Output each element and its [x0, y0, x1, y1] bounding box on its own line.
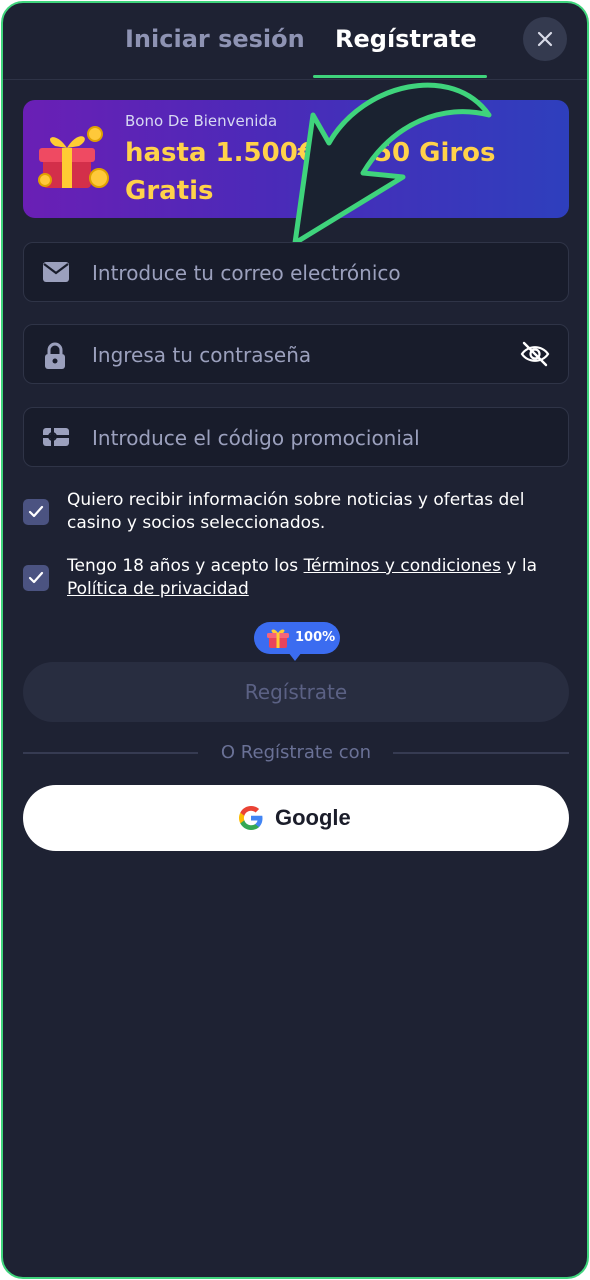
divider-line-right [393, 752, 569, 754]
age-consent-text: Tengo 18 años y acepto los Términos y co… [67, 555, 567, 601]
tab-login[interactable]: Iniciar sesión [125, 25, 305, 53]
auth-tabs: Iniciar sesión Regístrate [3, 3, 587, 80]
password-input[interactable] [90, 325, 494, 385]
age-consent-prefix: Tengo 18 años y acepto los [67, 556, 304, 576]
close-icon [537, 31, 553, 47]
eye-off-icon[interactable] [520, 340, 550, 368]
register-submit-button[interactable]: Regístrate [23, 662, 569, 722]
lock-icon [45, 342, 65, 369]
gift-card-icon [43, 428, 69, 446]
password-field[interactable] [23, 324, 569, 385]
google-icon [239, 806, 263, 830]
check-icon [28, 571, 44, 584]
mail-icon [43, 262, 69, 282]
news-consent-checkbox[interactable] [23, 499, 49, 525]
age-consent-checkbox[interactable] [23, 565, 49, 591]
close-button[interactable] [523, 17, 567, 61]
news-consent-text: Quiero recibir información sobre noticia… [67, 490, 525, 533]
tab-register[interactable]: Regístrate [335, 25, 477, 53]
divider-line-left [23, 752, 198, 754]
registration-modal: Iniciar sesión Regístrate Bono De Bienve… [1, 1, 589, 1279]
arrow-annotation [292, 82, 492, 246]
google-signup-button[interactable]: Google [23, 785, 569, 851]
email-field[interactable] [23, 242, 569, 303]
age-consent-middle: y la [501, 556, 538, 576]
check-icon [28, 505, 44, 518]
divider-text: O Regístrate con [220, 742, 372, 763]
bonus-badge-value: 100% [295, 630, 336, 645]
gift-icon [38, 126, 109, 188]
gift-icon [267, 629, 289, 648]
privacy-link[interactable]: Política de privacidad [67, 579, 249, 599]
terms-link[interactable]: Términos y condiciones [304, 556, 501, 576]
promo-code-field[interactable] [23, 407, 569, 468]
email-input[interactable] [90, 243, 494, 303]
promo-code-input[interactable] [90, 408, 494, 468]
google-button-label: Google [275, 805, 351, 830]
bonus-badge: 100% [254, 622, 340, 661]
